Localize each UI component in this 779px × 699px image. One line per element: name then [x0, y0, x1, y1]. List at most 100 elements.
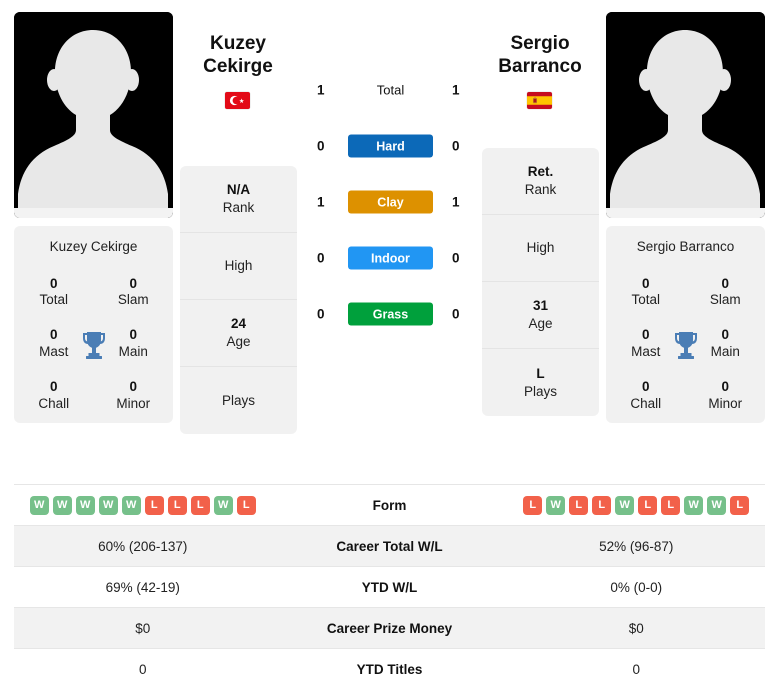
form-badge-win: W — [52, 495, 72, 515]
info-high-left: High — [180, 233, 297, 300]
ytd-wl-right: 0% (0-0) — [610, 579, 663, 595]
form-badge-loss: L — [569, 495, 589, 515]
plays-label: Plays — [523, 383, 557, 399]
trophy-grid-right: 0 Total 0 Slam 0 Mast 0 Main 0 Chall 0 M… — [606, 268, 765, 423]
career-prize-money-right: $0 — [628, 620, 644, 636]
trophy-total-label: Total — [39, 292, 69, 308]
trophy-chall-label: Chall — [630, 395, 662, 411]
trophy-minor-label: Minor — [708, 395, 743, 411]
form-badge-win: W — [29, 495, 49, 515]
h2h-grass-right-value: 0 — [452, 306, 460, 322]
trophy-grid-left: 0 Total 0 Slam 0 Mast 0 Main 0 Chall 0 M… — [14, 268, 173, 423]
trophy-icon — [674, 332, 697, 360]
h2h-row-indoor: 0 Indoor 0 — [300, 230, 480, 286]
rank-label: Rank — [222, 200, 255, 215]
stat-label-ytd-wl: YTD W/L — [361, 579, 418, 595]
trophy-stat-chall: 0 Chall — [14, 371, 94, 423]
form-badge-win: W — [98, 495, 118, 515]
rank-label: Rank — [524, 182, 557, 197]
table-row-ytd-titles: 0 YTD Titles 0 — [14, 648, 765, 689]
high-label: High — [526, 240, 555, 256]
head-to-head-surfaces: 1 Total 1 0 Hard 0 1 Clay 1 0 Indoor 0 0 — [300, 62, 480, 342]
ytd-titles-right: 0 — [632, 661, 640, 677]
player-card-left: Kuzey Cekirge 0 Total 0 Slam 0 Mast 0 Ma… — [14, 226, 173, 423]
info-age-left: 24 Age — [180, 300, 297, 367]
form-badge-win: W — [213, 495, 233, 515]
h2h-clay-right-value: 1 — [452, 194, 460, 210]
trophy-slam-label: Slam — [117, 292, 149, 308]
form-badge-loss: L — [523, 495, 543, 515]
comparison-stats-table: WWWWWLLLWL Form LWLLWLLWWL 60% (206-137)… — [14, 484, 765, 689]
comparison-header: Kuzey Cekirge 0 Total 0 Slam 0 Mast 0 Ma… — [0, 0, 779, 478]
form-badge-loss: L — [661, 495, 681, 515]
form-badge-win: W — [75, 495, 95, 515]
trophy-minor-label: Minor — [116, 395, 151, 411]
trophy-stat-slam: 0 Slam — [94, 268, 174, 320]
form-badge-win: W — [615, 495, 635, 515]
h2h-clay-label[interactable]: Clay — [348, 190, 433, 214]
plays-label: Plays — [221, 392, 255, 408]
age-label: Age — [528, 316, 553, 331]
info-rank-right: Ret. Rank — [482, 148, 599, 215]
age-label: Age — [226, 334, 251, 349]
plays-value: L — [536, 365, 545, 381]
h2h-hard-label[interactable]: Hard — [348, 134, 433, 158]
player-info-card-left: N/A Rank High 24 Age Plays — [180, 166, 297, 434]
trophy-stat-minor: 0 Minor — [94, 371, 174, 423]
h2h-row-total: 1 Total 1 — [300, 62, 480, 118]
player-name-right: Sergio Barranco — [636, 239, 735, 254]
form-badges-right: LWLLWLLWWL — [508, 495, 766, 515]
h2h-row-hard: 0 Hard 0 — [300, 118, 480, 174]
stat-label-ytd-titles: YTD Titles — [356, 661, 423, 677]
h2h-hard-left-value: 0 — [317, 138, 325, 154]
trophy-chall-value: 0 — [49, 379, 58, 394]
career-prize-money-left: $0 — [135, 620, 151, 636]
h2h-indoor-label[interactable]: Indoor — [348, 246, 433, 270]
trophy-chall-value: 0 — [641, 379, 650, 394]
trophy-icon — [82, 332, 105, 360]
ytd-titles-left: 0 — [138, 661, 147, 677]
trophy-minor-value: 0 — [721, 379, 729, 394]
form-badge-loss: L — [190, 495, 210, 515]
player-first-name-right: Sergio — [510, 33, 570, 54]
stat-label-career-prize-money: Career Prize Money — [326, 620, 453, 636]
h2h-indoor-right-value: 0 — [452, 250, 460, 266]
career-total-wl-left: 60% (206-137) — [98, 538, 188, 554]
stat-label-form: Form — [372, 497, 407, 513]
high-label: High — [224, 258, 253, 274]
trophy-total-value: 0 — [49, 275, 58, 291]
trophy-slam-value: 0 — [129, 275, 137, 291]
trophy-chall-label: Chall — [38, 395, 70, 411]
info-age-right: 31 Age — [482, 282, 599, 349]
form-badge-loss: L — [730, 495, 750, 515]
table-row-career-prize-money: $0 Career Prize Money $0 — [14, 607, 765, 648]
player-comparison-page: Kuzey Cekirge 0 Total 0 Slam 0 Mast 0 Ma… — [0, 0, 779, 699]
trophy-stat-minor: 0 Minor — [686, 371, 766, 423]
info-rank-left: N/A Rank — [180, 166, 297, 233]
h2h-grass-left-value: 0 — [317, 306, 325, 322]
h2h-total-label: Total — [376, 82, 405, 98]
rank-value: Ret. — [527, 164, 554, 180]
form-badge-loss: L — [144, 495, 164, 515]
player-name-left: Kuzey Cekirge — [49, 239, 138, 254]
h2h-grass-label[interactable]: Grass — [348, 302, 433, 326]
form-badge-loss: L — [167, 495, 187, 515]
trophy-stat-total: 0 Total — [606, 268, 686, 320]
ytd-wl-left: 69% (42-19) — [105, 579, 180, 595]
trophy-slam-value: 0 — [721, 275, 729, 291]
trophy-stat-slam: 0 Slam — [686, 268, 766, 320]
table-row-form: WWWWWLLLWL Form LWLLWLLWWL — [14, 484, 765, 525]
form-badge-win: W — [546, 495, 566, 515]
table-row-ytd-wl: 69% (42-19) YTD W/L 0% (0-0) — [14, 566, 765, 607]
spain-flag-icon — [527, 92, 552, 109]
info-high-right: High — [482, 215, 599, 282]
form-badge-loss: L — [592, 495, 612, 515]
form-badge-win: W — [707, 495, 727, 515]
form-badge-loss: L — [638, 495, 658, 515]
h2h-total-right-value: 1 — [452, 82, 460, 98]
player-info-card-right: Ret. Rank High 31 Age L Plays — [482, 148, 599, 416]
trophy-slam-label: Slam — [709, 292, 741, 308]
info-plays-right: L Plays — [482, 349, 599, 416]
h2h-row-grass: 0 Grass 0 — [300, 286, 480, 342]
h2h-clay-left-value: 1 — [317, 194, 325, 210]
